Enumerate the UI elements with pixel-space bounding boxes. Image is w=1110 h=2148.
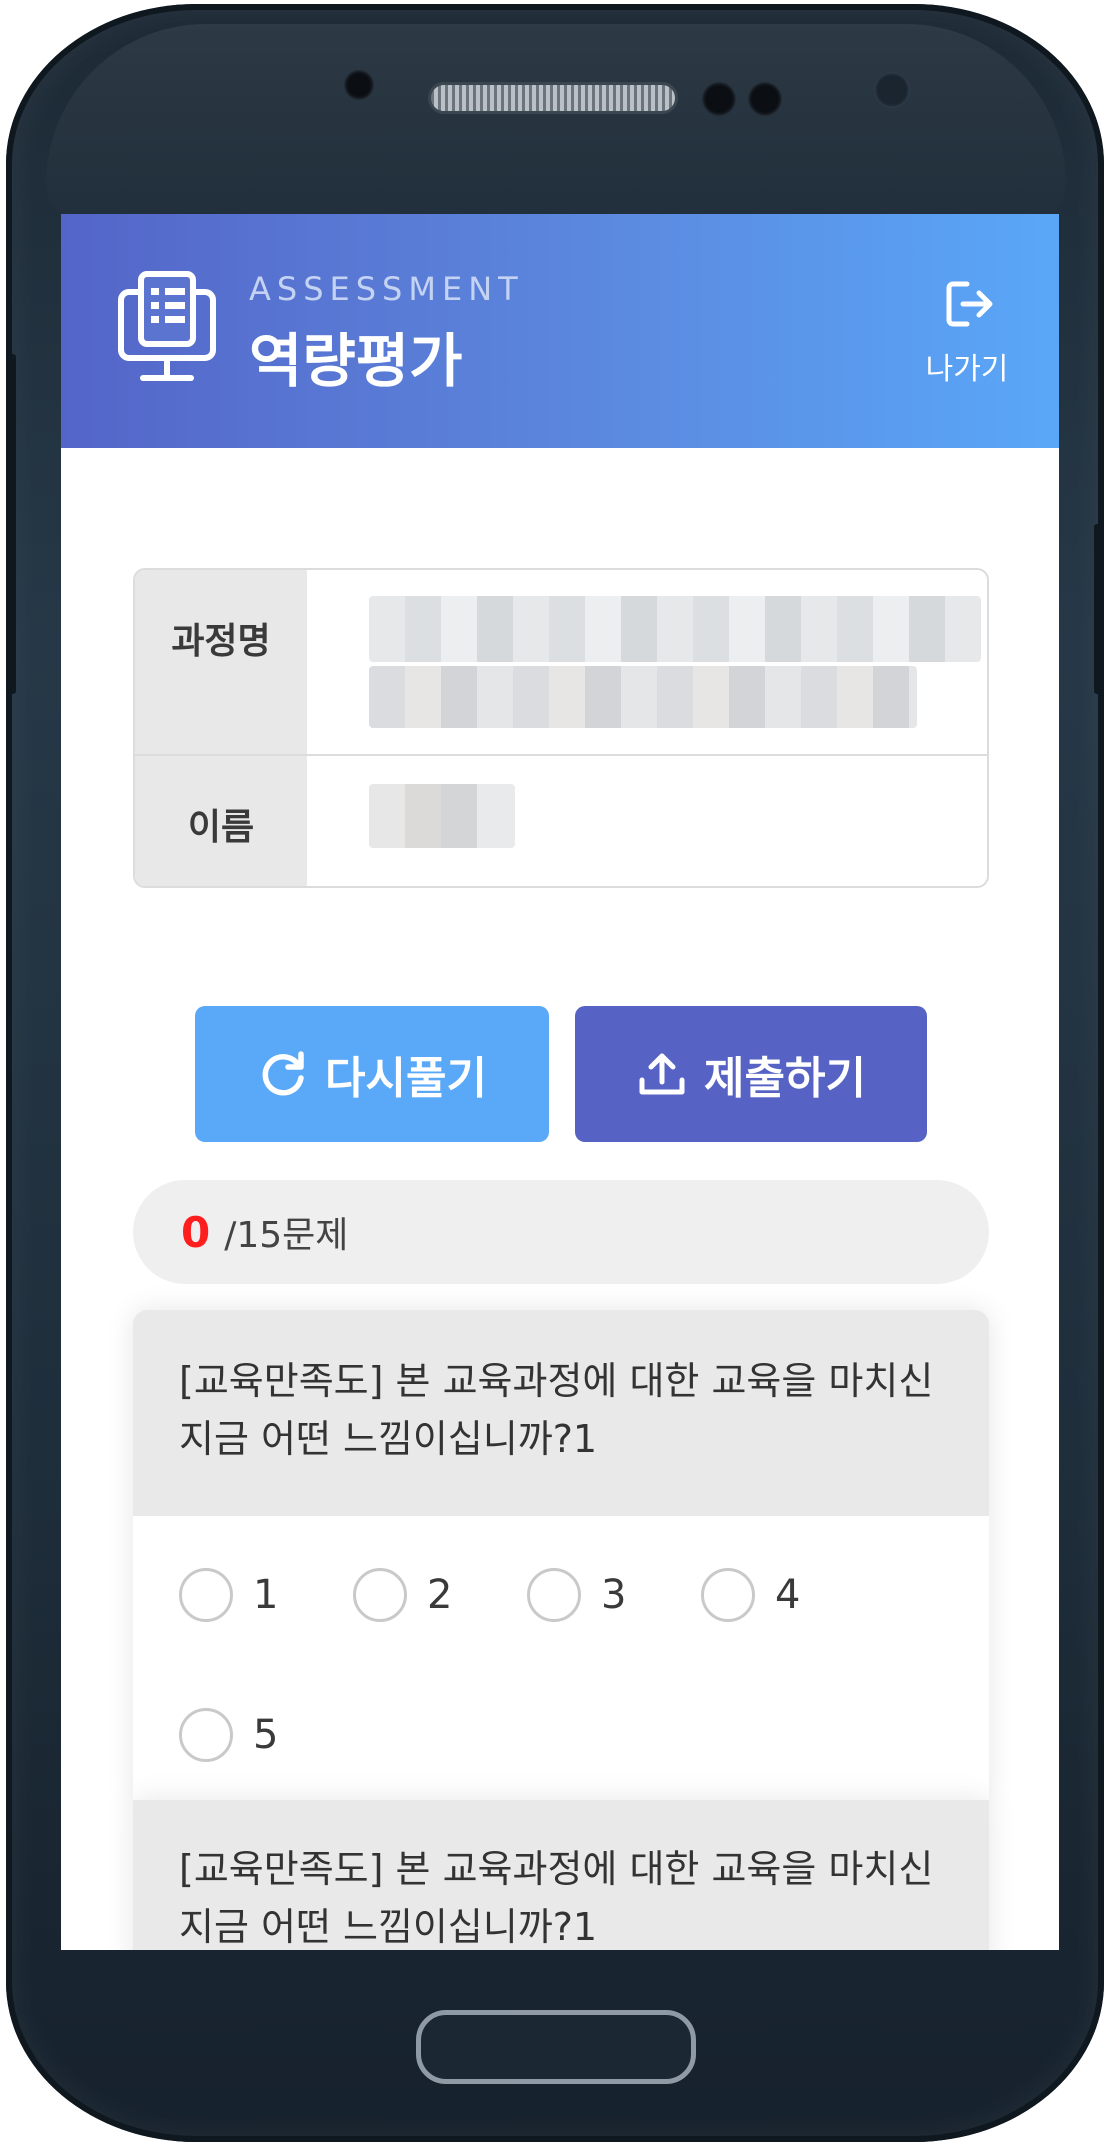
submit-label: 제출하기 [704,1053,866,1104]
option-label: 2 [427,1572,453,1618]
question-card: [교육만족도] 본 교육과정에 대한 교육을 마치신 지금 어떤 느낌이십니까?… [133,1800,989,1950]
name-value-redacted [369,784,515,848]
answer-options: 1 2 3 4 5 [133,1516,989,1800]
earpiece-speaker [428,82,678,114]
exit-button[interactable]: 나가기 [907,278,1027,388]
front-sensor [344,70,374,100]
app-screen: ASSESSMENT 역량평가 나가기 과정명 이름 다시풀기 제출하기 0 /… [61,214,1059,1950]
question-text: [교육만족도] 본 교육과정에 대한 교육을 마치신 지금 어떤 느낌이십니까?… [133,1800,989,1950]
radio-button[interactable] [353,1568,407,1622]
progress-indicator: 0 /15문제 [133,1180,989,1284]
course-value-redacted [369,596,981,662]
option-label: 5 [253,1712,279,1758]
phone-frame: ASSESSMENT 역량평가 나가기 과정명 이름 다시풀기 제출하기 0 /… [6,4,1104,2142]
total-questions: /15문제 [224,1215,349,1256]
exit-label: 나가기 [925,352,1009,387]
home-button[interactable] [416,2010,696,2084]
name-row: 이름 [135,756,987,886]
course-row: 과정명 [135,570,987,756]
front-camera [702,82,736,116]
radio-button[interactable] [179,1708,233,1762]
answer-option-5[interactable]: 5 [179,1708,278,1762]
radio-button[interactable] [527,1568,581,1622]
answer-option-2[interactable]: 2 [353,1568,452,1622]
radio-button[interactable] [701,1568,755,1622]
question-text: [교육만족도] 본 교육과정에 대한 교육을 마치신 지금 어떤 느낌이십니까?… [133,1310,989,1516]
power-button [1094,524,1104,694]
survey-monitor-icon [118,271,216,381]
option-label: 1 [253,1572,279,1618]
answer-option-4[interactable]: 4 [701,1568,800,1622]
refresh-icon [262,1051,304,1096]
name-label: 이름 [135,756,307,886]
option-label: 4 [775,1572,801,1618]
question-card: [교육만족도] 본 교육과정에 대한 교육을 마치신 지금 어떤 느낌이십니까?… [133,1310,989,1800]
option-label: 3 [601,1572,627,1618]
learner-info-table: 과정명 이름 [133,568,989,888]
answer-option-1[interactable]: 1 [179,1568,278,1622]
course-label: 과정명 [135,570,307,754]
proximity-sensor [748,82,782,116]
header-subtitle: ASSESSMENT [249,270,524,308]
page-title: 역량평가 [249,327,463,395]
light-sensor [874,72,910,108]
volume-button [6,354,16,694]
retry-button[interactable]: 다시풀기 [195,1006,549,1142]
course-value-redacted [369,666,917,728]
app-header: ASSESSMENT 역량평가 나가기 [61,214,1059,448]
retry-label: 다시풀기 [325,1053,487,1104]
radio-button[interactable] [179,1568,233,1622]
logout-icon [946,281,993,327]
upload-icon [639,1053,685,1095]
phone-glare [46,24,1066,224]
answer-option-3[interactable]: 3 [527,1568,626,1622]
submit-button[interactable]: 제출하기 [575,1006,927,1142]
answered-count: 0 [181,1207,211,1257]
